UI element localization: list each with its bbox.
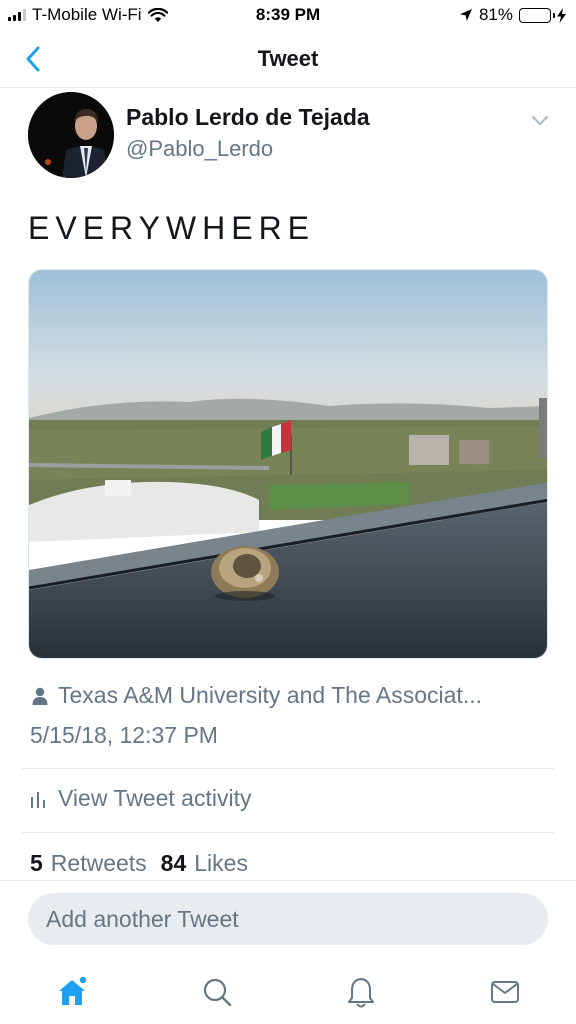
divider — [22, 832, 554, 833]
page-title: Tweet — [257, 46, 319, 71]
chevron-down-icon — [532, 116, 548, 125]
retweets-count: 5 — [30, 850, 43, 876]
tab-search[interactable] — [195, 970, 239, 1014]
view-activity-link[interactable]: View Tweet activity — [30, 785, 251, 812]
user-handle[interactable]: @Pablo_Lerdo — [126, 136, 273, 162]
tab-home[interactable] — [50, 970, 94, 1014]
tweet-image[interactable] — [28, 269, 548, 659]
location-link[interactable]: Texas A&M University and The Associat... — [32, 682, 552, 709]
nav-bar: Tweet — [0, 30, 576, 88]
tab-notifications[interactable] — [339, 970, 383, 1014]
battery-icon — [519, 7, 555, 23]
tab-messages[interactable] — [483, 970, 527, 1014]
retweets-stat[interactable]: 5 Retweets — [30, 850, 147, 877]
status-right: 81% — [459, 5, 566, 25]
tweet-timestamp: 5/15/18, 12:37 PM — [30, 722, 218, 748]
bar-chart-icon — [31, 791, 45, 808]
battery-percent: 81% — [478, 5, 513, 24]
location-arrow-icon — [459, 9, 472, 21]
notifications-icon — [348, 978, 374, 1008]
retweets-label: Retweets — [50, 850, 147, 876]
tweet-stats: 5 Retweets 84 Likes — [30, 850, 248, 877]
person-icon — [32, 687, 48, 705]
likes-label: Likes — [194, 850, 248, 876]
tweet-text: EVERYWHERE — [28, 210, 316, 246]
divider — [22, 768, 554, 769]
reply-bar — [0, 880, 576, 960]
status-bar: T-Mobile Wi-Fi 8:39 PM 81% — [0, 0, 576, 30]
tweet-photo — [29, 270, 547, 658]
avatar-photo — [28, 92, 114, 178]
tab-bar — [0, 960, 576, 1024]
home-icon — [59, 976, 87, 1005]
charging-bolt-icon — [557, 7, 566, 23]
likes-count: 84 — [160, 850, 187, 876]
likes-stat[interactable]: 84 Likes — [161, 850, 248, 877]
activity-label: View Tweet activity — [58, 785, 252, 811]
avatar[interactable] — [28, 92, 114, 178]
reply-input[interactable] — [28, 893, 548, 945]
messages-icon — [491, 981, 519, 1003]
display-name[interactable]: Pablo Lerdo de Tejada — [126, 104, 370, 131]
search-icon — [203, 978, 232, 1007]
more-options-button[interactable] — [530, 112, 550, 128]
location-label: Texas A&M University and The Associat... — [58, 682, 482, 708]
